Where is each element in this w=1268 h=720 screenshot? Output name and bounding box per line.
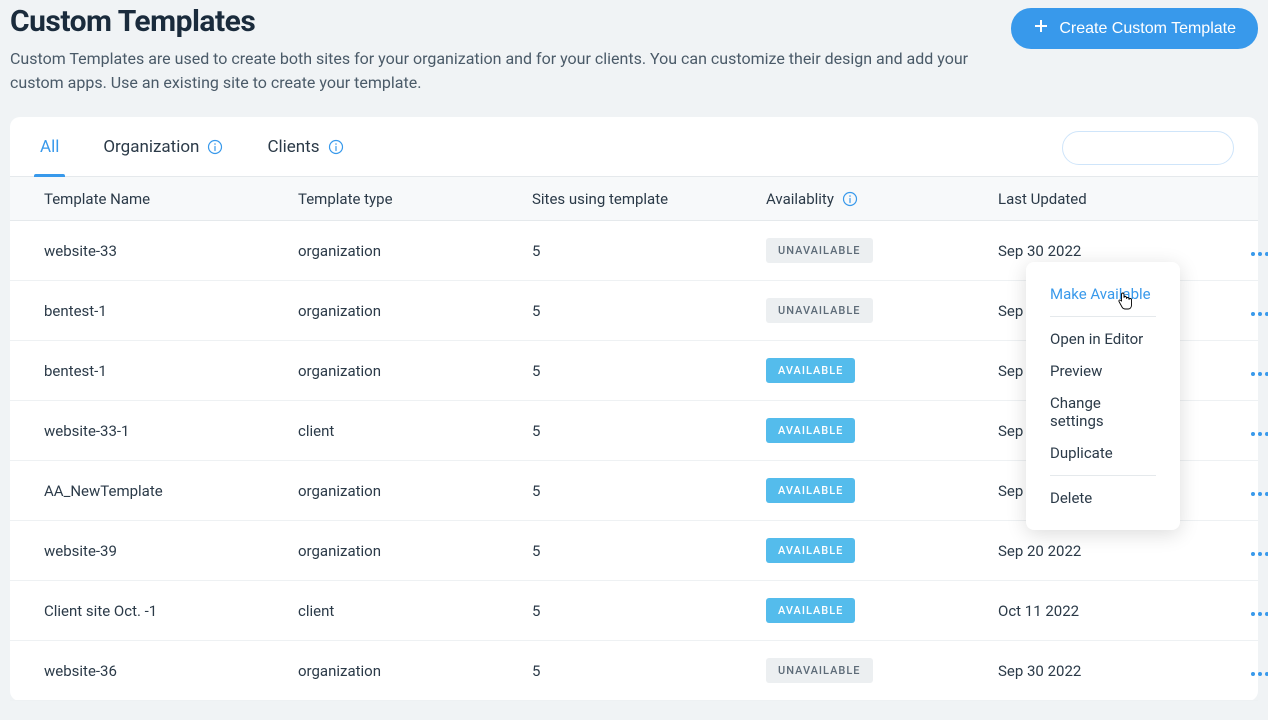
menu-preview[interactable]: Preview xyxy=(1050,355,1156,387)
tab-clients[interactable]: Clients xyxy=(267,117,343,176)
cell-sites-using: 5 xyxy=(532,242,766,260)
cell-availability: UNAVAILABLE xyxy=(766,298,998,323)
info-icon xyxy=(842,191,858,207)
cell-template-type: organization xyxy=(298,542,532,560)
cell-availability: AVAILABLE xyxy=(766,358,998,383)
search-input[interactable] xyxy=(1062,131,1234,165)
cell-template-type: organization xyxy=(298,362,532,380)
more-icon xyxy=(1251,662,1268,680)
cell-template-name: website-36 xyxy=(44,662,298,680)
availability-badge: AVAILABLE xyxy=(766,418,855,443)
menu-make-available[interactable]: Make Available xyxy=(1050,278,1156,310)
more-icon xyxy=(1251,542,1268,560)
cell-template-name: AA_NewTemplate xyxy=(44,482,298,500)
tab-organization-label: Organization xyxy=(103,137,199,157)
table-row: Client site Oct. -1client5AVAILABLE Oct 1… xyxy=(10,581,1258,641)
cell-last-updated: Sep 30 2022 xyxy=(998,242,1230,260)
availability-badge: UNAVAILABLE xyxy=(766,658,873,683)
cell-template-name: website-33 xyxy=(44,242,298,260)
more-icon xyxy=(1251,602,1268,620)
row-actions-button[interactable] xyxy=(1230,242,1268,260)
cell-last-updated: Sep 20 2022 xyxy=(998,542,1230,560)
cell-template-name: website-39 xyxy=(44,542,298,560)
cell-availability: AVAILABLE xyxy=(766,418,998,443)
more-icon xyxy=(1251,422,1268,440)
tab-all-label: All xyxy=(40,137,59,157)
more-icon xyxy=(1251,362,1268,380)
page-title: Custom Templates xyxy=(10,4,980,39)
menu-duplicate[interactable]: Duplicate xyxy=(1050,437,1156,469)
menu-open-in-editor[interactable]: Open in Editor xyxy=(1050,323,1156,355)
table-row: website-39organization5AVAILABLE Sep 20 2… xyxy=(10,521,1258,581)
more-icon xyxy=(1251,482,1268,500)
menu-delete[interactable]: Delete xyxy=(1050,482,1156,514)
page-description: Custom Templates are used to create both… xyxy=(10,47,980,95)
cell-template-name: Client site Oct. -1 xyxy=(44,602,298,620)
table-row: website-36organization5UNAVAILABLE Sep 30… xyxy=(10,641,1258,701)
cell-availability: AVAILABLE xyxy=(766,598,998,623)
cell-last-updated: Oct 11 2022 xyxy=(998,602,1230,620)
row-actions-button[interactable] xyxy=(1230,602,1268,620)
menu-separator xyxy=(1050,475,1156,476)
more-icon xyxy=(1251,242,1268,260)
cell-availability: UNAVAILABLE xyxy=(766,658,998,683)
menu-separator xyxy=(1050,316,1156,317)
table-header: Template Name Template type Sites using … xyxy=(10,177,1258,221)
cursor-pointer-icon xyxy=(1118,292,1134,313)
menu-change-settings[interactable]: Change settings xyxy=(1050,387,1156,437)
cell-sites-using: 5 xyxy=(532,542,766,560)
availability-badge: AVAILABLE xyxy=(766,358,855,383)
tab-organization[interactable]: Organization xyxy=(103,117,223,176)
templates-panel: All Organization Clients Template Name T… xyxy=(10,117,1258,701)
row-actions-button[interactable] xyxy=(1230,542,1268,560)
cell-sites-using: 5 xyxy=(532,422,766,440)
row-actions-menu: Make Available Open in Editor Preview Ch… xyxy=(1026,262,1180,530)
tab-clients-label: Clients xyxy=(267,137,319,157)
cell-template-type: client xyxy=(298,602,532,620)
row-actions-button[interactable] xyxy=(1230,662,1268,680)
cell-sites-using: 5 xyxy=(532,602,766,620)
tab-all[interactable]: All xyxy=(40,117,59,176)
cell-template-type: client xyxy=(298,422,532,440)
col-availability[interactable]: Availablity xyxy=(766,190,998,208)
cell-last-updated: Sep 30 2022 xyxy=(998,662,1230,680)
info-icon xyxy=(207,139,223,155)
col-sites-using[interactable]: Sites using template xyxy=(532,190,766,208)
cell-availability: UNAVAILABLE xyxy=(766,238,998,263)
cell-availability: AVAILABLE xyxy=(766,538,998,563)
create-template-button[interactable]: Create Custom Template xyxy=(1011,8,1258,49)
row-actions-button[interactable] xyxy=(1230,302,1268,320)
cell-template-type: organization xyxy=(298,302,532,320)
cell-sites-using: 5 xyxy=(532,302,766,320)
cell-template-name: bentest-1 xyxy=(44,362,298,380)
cell-availability: AVAILABLE xyxy=(766,478,998,503)
col-availability-label: Availablity xyxy=(766,190,834,208)
cell-template-type: organization xyxy=(298,662,532,680)
col-template-type[interactable]: Template type xyxy=(298,190,532,208)
create-template-label: Create Custom Template xyxy=(1059,20,1236,38)
row-actions-button[interactable] xyxy=(1230,362,1268,380)
availability-badge: UNAVAILABLE xyxy=(766,298,873,323)
info-icon xyxy=(328,139,344,155)
col-template-name[interactable]: Template Name xyxy=(44,190,298,208)
availability-badge: AVAILABLE xyxy=(766,478,855,503)
availability-badge: UNAVAILABLE xyxy=(766,238,873,263)
availability-badge: AVAILABLE xyxy=(766,598,855,623)
cell-template-type: organization xyxy=(298,242,532,260)
cell-template-type: organization xyxy=(298,482,532,500)
cell-template-name: bentest-1 xyxy=(44,302,298,320)
row-actions-button[interactable] xyxy=(1230,422,1268,440)
cell-sites-using: 5 xyxy=(532,362,766,380)
cell-sites-using: 5 xyxy=(532,662,766,680)
cell-sites-using: 5 xyxy=(532,482,766,500)
more-icon xyxy=(1251,302,1268,320)
tabs: All Organization Clients xyxy=(10,117,1258,177)
row-actions-button[interactable] xyxy=(1230,482,1268,500)
col-last-updated[interactable]: Last Updated xyxy=(998,190,1230,208)
cell-template-name: website-33-1 xyxy=(44,422,298,440)
plus-icon xyxy=(1033,18,1049,39)
availability-badge: AVAILABLE xyxy=(766,538,855,563)
